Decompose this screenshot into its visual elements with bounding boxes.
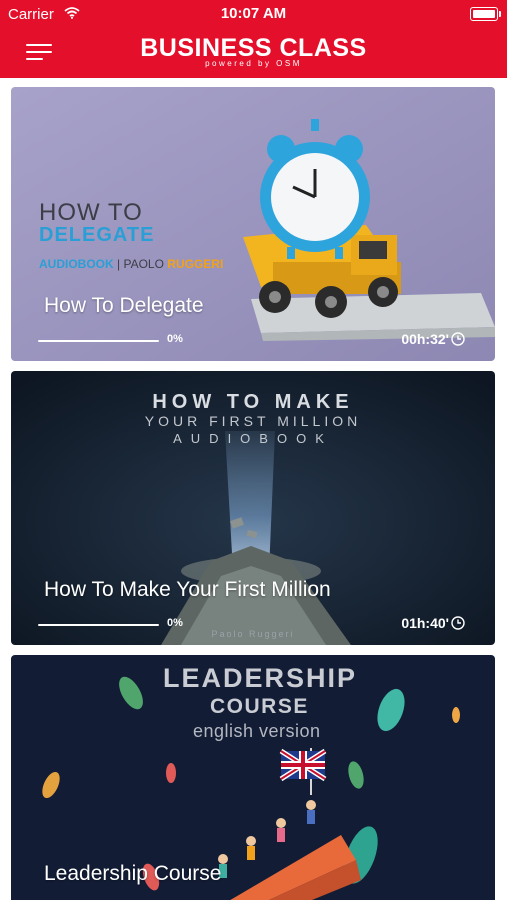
app-logo: BUSINESS CLASS powered by OSM <box>0 34 507 68</box>
course-card-leadership[interactable]: LEADERSHIP COURSE english version Leader… <box>11 655 495 900</box>
status-bar: Carrier 10:07 AM <box>0 0 507 28</box>
top-bar: Carrier 10:07 AM BUSINESS CLASS powered … <box>0 0 507 78</box>
battery-icon <box>470 7 501 21</box>
cover-subheading: YOUR FIRST MILLION <box>144 413 362 429</box>
cover-tag-audiobook: AUDIOBOOK <box>39 257 114 271</box>
cover-heading: HOW TO <box>39 199 143 226</box>
clock-icon <box>451 616 465 630</box>
progress-bar <box>38 340 159 342</box>
clock-icon <box>451 332 465 346</box>
cover-heading: LEADERSHIP <box>163 663 358 693</box>
progress-bar <box>38 624 159 626</box>
cover-tag-author-last: RUGGERI <box>167 257 224 271</box>
course-title: How To Make Your First Million <box>44 578 331 601</box>
cover-label: AUDIOBOOK <box>173 431 333 446</box>
cover-subheading: COURSE <box>210 695 309 718</box>
cover-tag-author-first: PAOLO <box>123 257 164 271</box>
cover-heading-emphasis: DELEGATE <box>39 224 155 246</box>
status-time: 10:07 AM <box>220 5 287 22</box>
app-title: BUSINESS CLASS <box>140 34 367 62</box>
course-card-how-to-delegate[interactable]: HOW TO DELEGATE AUDIOBOOK | PAOLO RUGGER… <box>11 87 495 361</box>
cover-tagline: AUDIOBOOK | PAOLO RUGGERI <box>39 257 223 271</box>
app-subtitle: powered by OSM <box>205 59 302 68</box>
course-title: How To Delegate <box>44 294 204 317</box>
course-card-first-million[interactable]: HOW TO MAKE YOUR FIRST MILLION AUDIOBOOK… <box>11 371 495 645</box>
cover-heading: HOW TO MAKE <box>152 391 354 413</box>
course-duration: 00h:32' <box>401 331 449 347</box>
course-title: Leadership Course <box>44 862 222 885</box>
cover-label: english version <box>193 721 321 741</box>
cover-tag-separator: | <box>117 257 121 271</box>
progress-label: 0% <box>167 333 183 345</box>
course-duration: 01h:40' <box>401 615 449 631</box>
progress-label: 0% <box>167 617 183 629</box>
course-list: HOW TO DELEGATE AUDIOBOOK | PAOLO RUGGER… <box>0 78 507 900</box>
